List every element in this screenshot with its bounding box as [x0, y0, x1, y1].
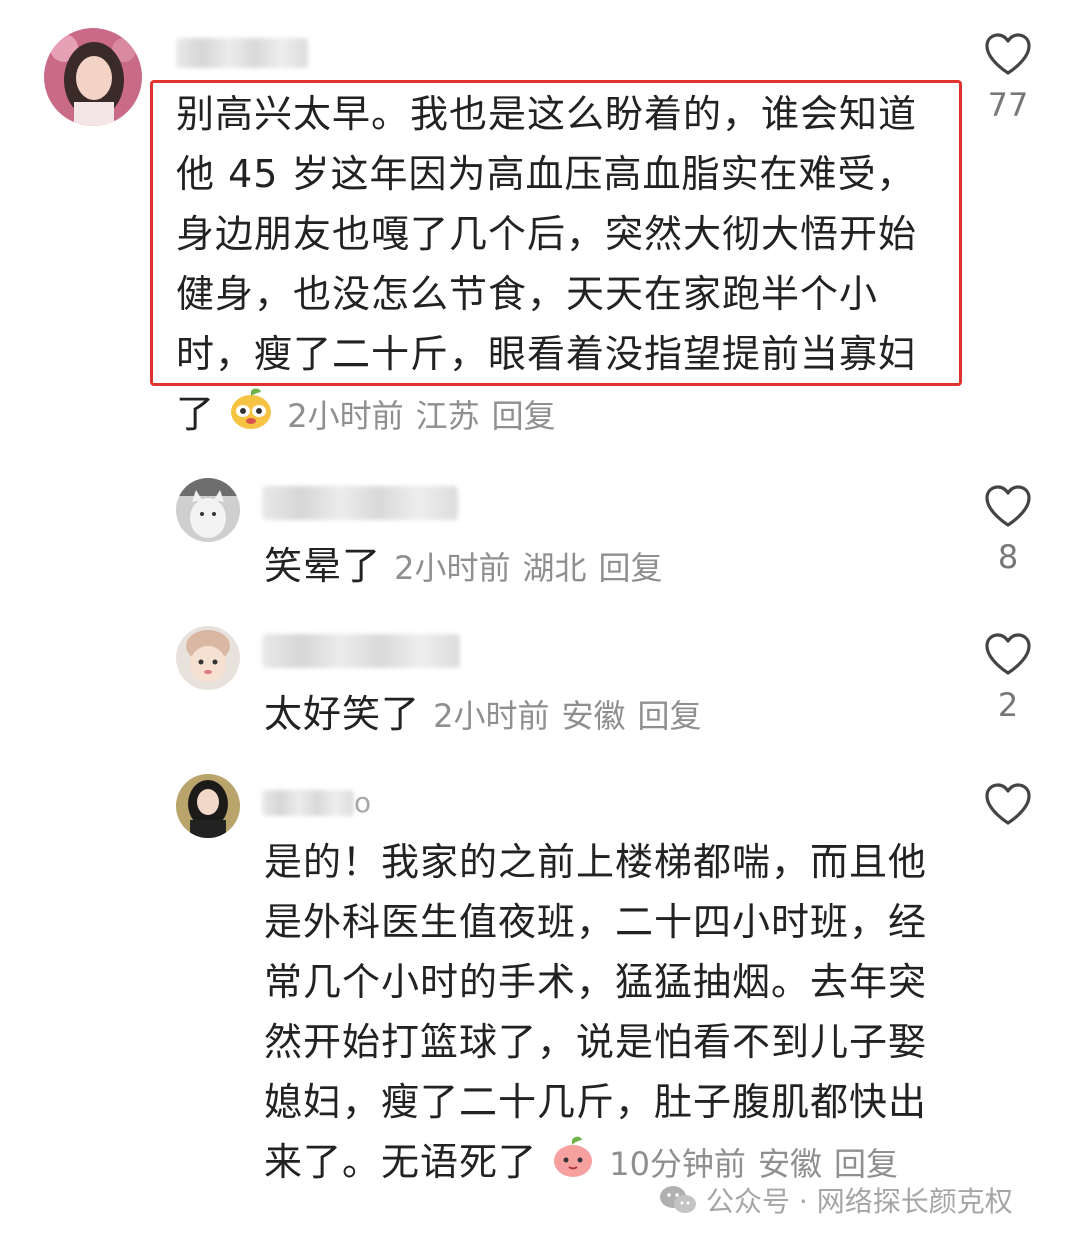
like-button[interactable] — [978, 782, 1038, 826]
reply-button[interactable]: 回复 — [492, 397, 556, 435]
avatar[interactable] — [44, 28, 142, 126]
comment-line-last: 了 2小时前 江苏 回复 — [176, 384, 936, 448]
comment-location: 安徽 — [757, 1145, 822, 1183]
comment-line: 身边朋友也嘎了几个后，突然大彻大悟开始 — [176, 212, 918, 256]
comment-meta: 2小时前 江苏 回复 — [287, 397, 567, 435]
reply-button[interactable]: 回复 — [599, 549, 663, 587]
like-count: 77 — [987, 86, 1029, 124]
peach-face-emoji-icon — [228, 385, 274, 448]
reply-button[interactable]: 回复 — [638, 697, 702, 735]
comment-line: 媳妇，瘦了二十几斤，肚子腹肌都快出 — [264, 1080, 928, 1124]
watermark: 公众号 · 网络探长颜克权 — [658, 1180, 1013, 1220]
avatar[interactable] — [176, 478, 240, 542]
comment-line: 来了。无语死了 — [264, 1140, 538, 1184]
username-blurred[interactable] — [262, 634, 460, 668]
username-blurred[interactable] — [176, 38, 308, 68]
heart-icon — [985, 33, 1031, 75]
avatar[interactable] — [176, 774, 240, 838]
comment-meta: 10分钟前 安徽 回复 — [609, 1145, 910, 1183]
reply-text: 是的！我家的之前上楼梯都喘，而且他 是外科医生值夜班，二十四小时班，经 常几个小… — [264, 832, 954, 1196]
like-count: 2 — [997, 686, 1019, 724]
comment-line: 是外科医生值夜班，二十四小时班，经 — [264, 900, 928, 944]
comment-line: 然开始打篮球了，说是怕看不到儿子娶 — [264, 1020, 928, 1064]
like-count: 8 — [997, 538, 1019, 576]
heart-icon — [985, 633, 1031, 675]
username-blurred[interactable] — [262, 486, 458, 520]
comment-location: 湖北 — [522, 549, 587, 587]
comment-meta: 2小时前 湖北 回复 — [394, 549, 674, 587]
reply-text: 太好笑了 2小时前 安徽 回复 — [264, 684, 714, 746]
wechat-icon — [660, 1186, 696, 1213]
comment-time: 2小时前 — [287, 397, 404, 435]
comment-line: 健身，也没怎么节食，天天在家跑半个小 — [176, 272, 879, 316]
comment-meta: 2小时前 安徽 回复 — [433, 697, 713, 735]
comment-line: 别高兴太早。我也是这么盼着的，谁会知道 — [176, 92, 918, 136]
comment-line: 了 — [176, 392, 216, 436]
comment-body: 笑晕了 — [264, 544, 382, 588]
avatar[interactable] — [176, 626, 240, 690]
comment-text: 别高兴太早。我也是这么盼着的，谁会知道 他 45 岁这年因为高血压高血脂实在难受… — [176, 84, 936, 448]
username-blurred[interactable] — [262, 790, 354, 816]
comment-time: 10分钟前 — [609, 1145, 746, 1183]
comment-line: 是的！我家的之前上楼梯都喘，而且他 — [264, 840, 928, 884]
like-button[interactable]: 77 — [978, 32, 1038, 124]
peach-emoji-icon — [550, 1133, 596, 1196]
comment-time: 2小时前 — [394, 549, 511, 587]
comment-line: 他 45 岁这年因为高血压高血脂实在难受， — [176, 152, 916, 196]
comment-line: 常几个小时的手术，猛猛抽烟。去年突 — [264, 960, 928, 1004]
comment-location: 安徽 — [561, 697, 626, 735]
comment-line: 时，瘦了二十斤，眼看着没指望提前当寡妇 — [176, 332, 918, 376]
comment-body: 太好笑了 — [264, 692, 421, 736]
like-button[interactable]: 2 — [978, 632, 1038, 724]
reply-button[interactable]: 回复 — [834, 1145, 898, 1183]
reply-text: 笑晕了 2小时前 湖北 回复 — [264, 536, 675, 598]
heart-icon — [985, 783, 1031, 825]
comment-time: 2小时前 — [433, 697, 550, 735]
heart-icon — [985, 485, 1031, 527]
comment-location: 江苏 — [415, 397, 480, 435]
like-button[interactable]: 8 — [978, 484, 1038, 576]
watermark-text: 公众号 · 网络探长颜克权 — [706, 1185, 1013, 1218]
username-suffix: o — [354, 786, 372, 819]
